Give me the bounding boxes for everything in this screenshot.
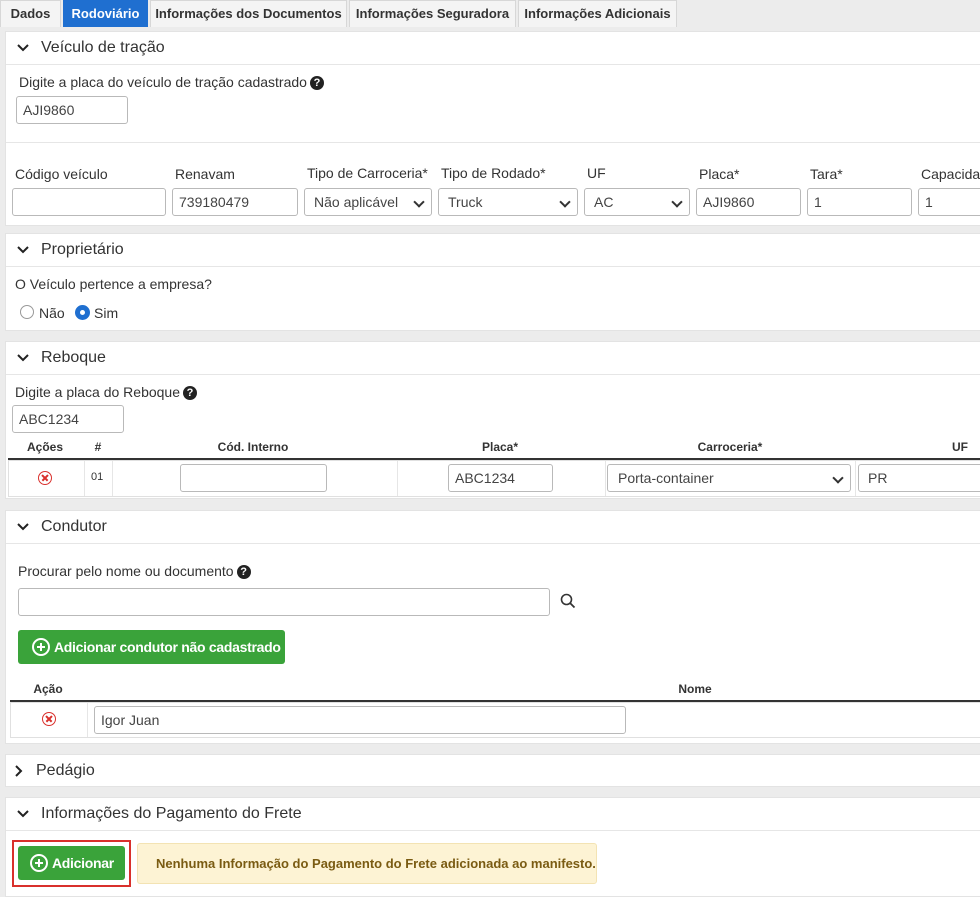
chevron-down-icon <box>17 810 29 818</box>
carroceria-select[interactable]: Não aplicável <box>304 188 432 216</box>
col-cod-interno: Cód. Interno <box>217 440 289 454</box>
plus-circle-icon <box>32 638 50 656</box>
tab-rodoviario[interactable]: Rodoviário <box>63 0 148 27</box>
rodado-label: Tipo de Rodado* <box>441 165 546 181</box>
panel-header[interactable]: Proprietário <box>6 234 980 267</box>
radio-nao-label: Não <box>39 305 65 321</box>
remove-icon[interactable] <box>38 471 52 485</box>
uf-select[interactable]: AC <box>584 188 690 216</box>
rodado-select[interactable]: Truck <box>438 188 578 216</box>
row-number: 01 <box>91 471 104 483</box>
tara-label: Tara* <box>810 166 843 182</box>
carroceria-label: Tipo de Carroceria* <box>307 165 428 181</box>
add-condutor-button[interactable]: Adicionar condutor não cadastrado <box>18 630 285 664</box>
cod-interno-input[interactable] <box>180 464 327 492</box>
help-icon[interactable]: ? <box>236 565 251 579</box>
codigo-veiculo-input[interactable] <box>12 188 166 216</box>
help-icon[interactable]: ? <box>183 386 198 400</box>
remove-icon[interactable] <box>42 712 56 726</box>
uf-label: UF <box>587 165 606 181</box>
panel-title: Reboque <box>41 349 106 366</box>
help-icon[interactable]: ? <box>309 76 324 90</box>
placa-reboque-label: Digite a placa do Reboque? <box>15 384 198 400</box>
condutor-search-input[interactable] <box>18 588 550 616</box>
carroceria-reboque-select[interactable]: Porta-container <box>607 464 851 492</box>
search-icon[interactable] <box>560 593 576 609</box>
radio-sim[interactable] <box>75 305 90 320</box>
radio-nao[interactable] <box>20 305 34 319</box>
col-acoes: Ações <box>26 440 64 454</box>
placa-input[interactable]: AJI9860 <box>696 188 801 216</box>
panel-header[interactable]: Reboque <box>6 342 980 375</box>
panel-header[interactable]: Veículo de tração <box>6 32 980 65</box>
panel-header[interactable]: Informações do Pagamento do Frete <box>6 798 980 831</box>
tab-dados[interactable]: Dados <box>0 0 61 27</box>
plus-circle-icon <box>30 854 48 872</box>
uf-reboque-select[interactable]: PR <box>858 464 980 492</box>
chevron-down-icon <box>17 246 29 254</box>
tab-informacoes-seguradora[interactable]: Informações Seguradora <box>349 0 516 27</box>
pagamento-empty-alert: Nenhuma Informação do Pagamento do Frete… <box>137 843 597 884</box>
placa-reboque-row-input[interactable]: ABC1234 <box>448 464 553 492</box>
panel-header[interactable]: Condutor <box>6 511 980 544</box>
col-acao: Ação <box>33 682 63 696</box>
tab-informacoes-adicionais[interactable]: Informações Adicionais <box>518 0 677 27</box>
condutor-nome-input[interactable]: Igor Juan <box>94 706 626 734</box>
capacidade-label: Capacida <box>921 166 980 182</box>
pertence-empresa-label: O Veículo pertence a empresa? <box>15 276 212 292</box>
col-placa: Placa* <box>481 440 519 454</box>
col-carroceria: Carroceria* <box>697 440 763 454</box>
panel-title: Informações do Pagamento do Frete <box>41 805 302 822</box>
chevron-down-icon <box>17 354 29 362</box>
col-numero: # <box>94 440 102 454</box>
placa-reboque-input[interactable]: ABC1234 <box>12 405 124 433</box>
radio-sim-label: Sim <box>94 305 119 321</box>
panel-header[interactable]: Pedágio <box>6 755 980 787</box>
renavam-label: Renavam <box>175 166 235 182</box>
renavam-input[interactable]: 739180479 <box>172 188 298 216</box>
panel-title: Proprietário <box>41 241 124 258</box>
tara-input[interactable]: 1 <box>807 188 912 216</box>
col-uf: UF <box>952 440 968 454</box>
add-pagamento-button[interactable]: Adicionar <box>18 846 125 880</box>
placa-label: Placa* <box>699 166 740 182</box>
tab-informacoes-documentos[interactable]: Informações dos Documentos <box>150 0 347 27</box>
condutor-search-label: Procurar pelo nome ou documento? <box>18 563 251 579</box>
panel-title: Veículo de tração <box>41 39 165 56</box>
chevron-down-icon <box>17 44 29 52</box>
capacidade-input[interactable]: 1 <box>918 188 980 216</box>
placa-tracao-input[interactable]: AJI9860 <box>16 96 128 124</box>
divider <box>6 142 980 143</box>
panel-title: Condutor <box>41 518 107 535</box>
panel-pedagio: Pedágio <box>5 754 980 787</box>
placa-tracao-label: Digite a placa do veículo de tração cada… <box>19 74 324 90</box>
col-nome: Nome <box>678 682 712 696</box>
panel-title: Pedágio <box>36 762 95 779</box>
chevron-down-icon <box>17 523 29 531</box>
codigo-veiculo-label: Código veículo <box>15 166 108 182</box>
chevron-right-icon <box>15 765 23 777</box>
